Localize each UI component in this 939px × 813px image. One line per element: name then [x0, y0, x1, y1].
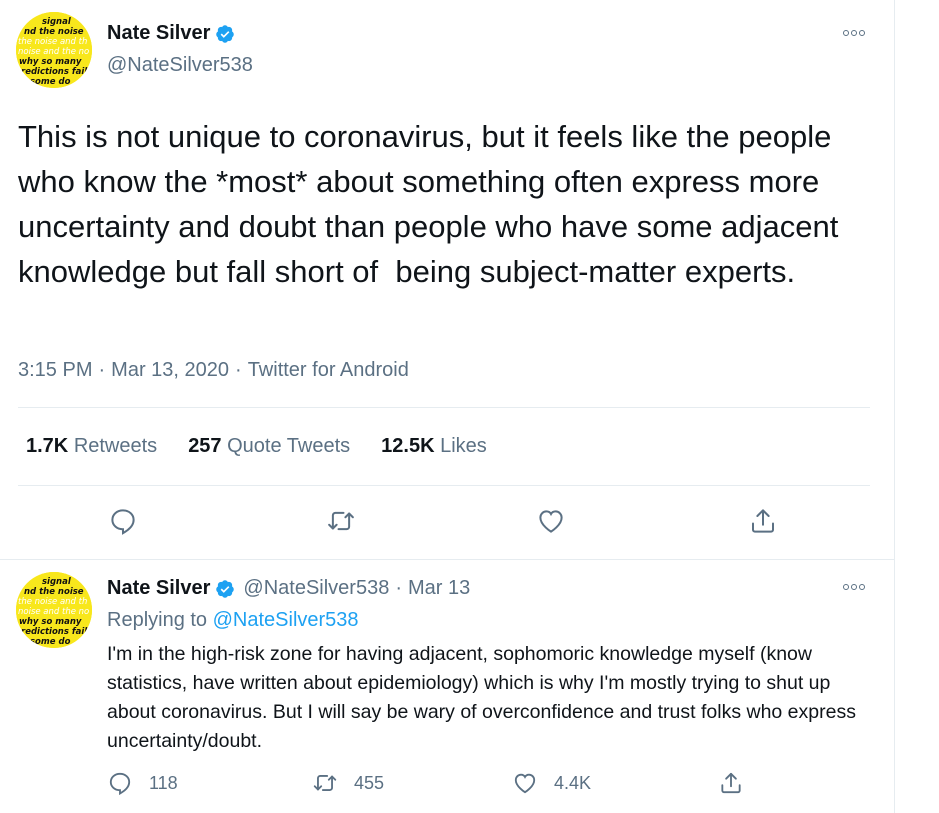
- header-separator: ·: [395, 577, 402, 599]
- divider: [18, 407, 870, 408]
- like-count: 4.4K: [554, 772, 592, 793]
- quote-tweets-label: Quote Tweets: [227, 435, 351, 457]
- tweet-text: I'm in the high-risk zone for having adj…: [107, 643, 856, 752]
- author-handle[interactable]: @NateSilver538: [107, 54, 253, 77]
- avatar-line: redictions fail: [21, 627, 88, 637]
- author-name[interactable]: Nate Silver: [107, 577, 210, 600]
- avatar[interactable]: signal nd the noise the noise and th noi…: [16, 572, 92, 648]
- tweet-source[interactable]: Twitter for Android: [248, 359, 409, 382]
- avatar-line: some do: [30, 77, 71, 87]
- meta-separator: ·: [98, 359, 106, 381]
- avatar-line: signal: [42, 577, 72, 587]
- avatar-line: nd the noise: [24, 27, 84, 37]
- avatar-line: the noise and th: [18, 597, 87, 607]
- avatar-line: why so many: [19, 617, 82, 627]
- retweets-count: 1.7K: [26, 435, 69, 457]
- share-icon[interactable]: [718, 770, 744, 796]
- replying-to-link[interactable]: @NateSilver538: [213, 609, 359, 631]
- avatar-line: noise and the no: [18, 47, 89, 57]
- more-options-icon[interactable]: [842, 26, 866, 40]
- retweet-icon[interactable]: [312, 770, 338, 796]
- retweet-count: 455: [354, 772, 385, 793]
- tweet-date[interactable]: Mar 13: [408, 577, 470, 600]
- avatar-image: signal nd the noise the noise and th noi…: [16, 12, 92, 88]
- retweets-stat[interactable]: 1.7K Retweets: [26, 435, 157, 458]
- author-name[interactable]: Nate Silver: [107, 22, 210, 45]
- avatar-line: why so many: [19, 57, 82, 67]
- likes-label: Likes: [440, 435, 487, 457]
- reply-icon[interactable]: [107, 770, 133, 796]
- replying-to-prefix: Replying to: [107, 609, 208, 631]
- share-icon[interactable]: [748, 506, 778, 536]
- retweet-icon[interactable]: [326, 506, 356, 536]
- divider: [18, 485, 870, 486]
- tweet-text: This is not unique to coronavirus, but i…: [18, 119, 847, 289]
- main-tweet: signal nd the noise the noise and th noi…: [0, 0, 894, 560]
- tweet-date[interactable]: Mar 13, 2020: [111, 359, 229, 382]
- avatar-line: nd the noise: [24, 587, 84, 597]
- reply-header: Nate Silver @NateSilver538 · Mar 13: [107, 577, 470, 600]
- more-options-icon[interactable]: [842, 580, 866, 594]
- quote-tweets-count: 257: [188, 435, 222, 457]
- reply-icon[interactable]: [108, 506, 138, 536]
- avatar-line: the noise and th: [18, 37, 87, 47]
- reply-count: 118: [149, 772, 178, 793]
- avatar-line: redictions fail: [21, 67, 88, 77]
- quote-tweets-stat[interactable]: 257 Quote Tweets: [188, 435, 350, 458]
- likes-stat[interactable]: 12.5K Likes: [381, 435, 487, 458]
- replying-to: Replying to @NateSilver538: [107, 609, 359, 632]
- meta-separator: ·: [235, 359, 242, 381]
- verified-badge-icon: [215, 24, 235, 44]
- likes-count: 12.5K: [381, 435, 435, 457]
- tweet-time[interactable]: 3:15 PM: [18, 359, 92, 382]
- author-name-row[interactable]: Nate Silver: [107, 22, 235, 45]
- timeline-right-border: [894, 0, 895, 813]
- reply-button[interactable]: 118: [107, 770, 178, 796]
- avatar[interactable]: signal nd the noise the noise and th noi…: [16, 12, 92, 88]
- verified-badge-icon: [215, 579, 235, 599]
- share-button[interactable]: [718, 770, 744, 796]
- retweets-label: Retweets: [73, 435, 158, 457]
- tweet-meta: 3:15 PM · Mar 13, 2020 · Twitter for And…: [18, 359, 409, 382]
- author-handle[interactable]: @NateSilver538: [243, 577, 389, 600]
- like-icon[interactable]: [512, 770, 538, 796]
- like-button[interactable]: 4.4K: [512, 770, 591, 796]
- avatar-image: signal nd the noise the noise and th noi…: [16, 572, 92, 648]
- avatar-line: some do: [30, 637, 71, 647]
- avatar-line: signal: [42, 17, 72, 27]
- avatar-line: noise and the no: [18, 607, 89, 617]
- engagement-stats: 1.7K Retweets 257 Quote Tweets 12.5K Lik…: [26, 435, 518, 458]
- retweet-button[interactable]: 455: [312, 770, 384, 796]
- like-icon[interactable]: [536, 506, 566, 536]
